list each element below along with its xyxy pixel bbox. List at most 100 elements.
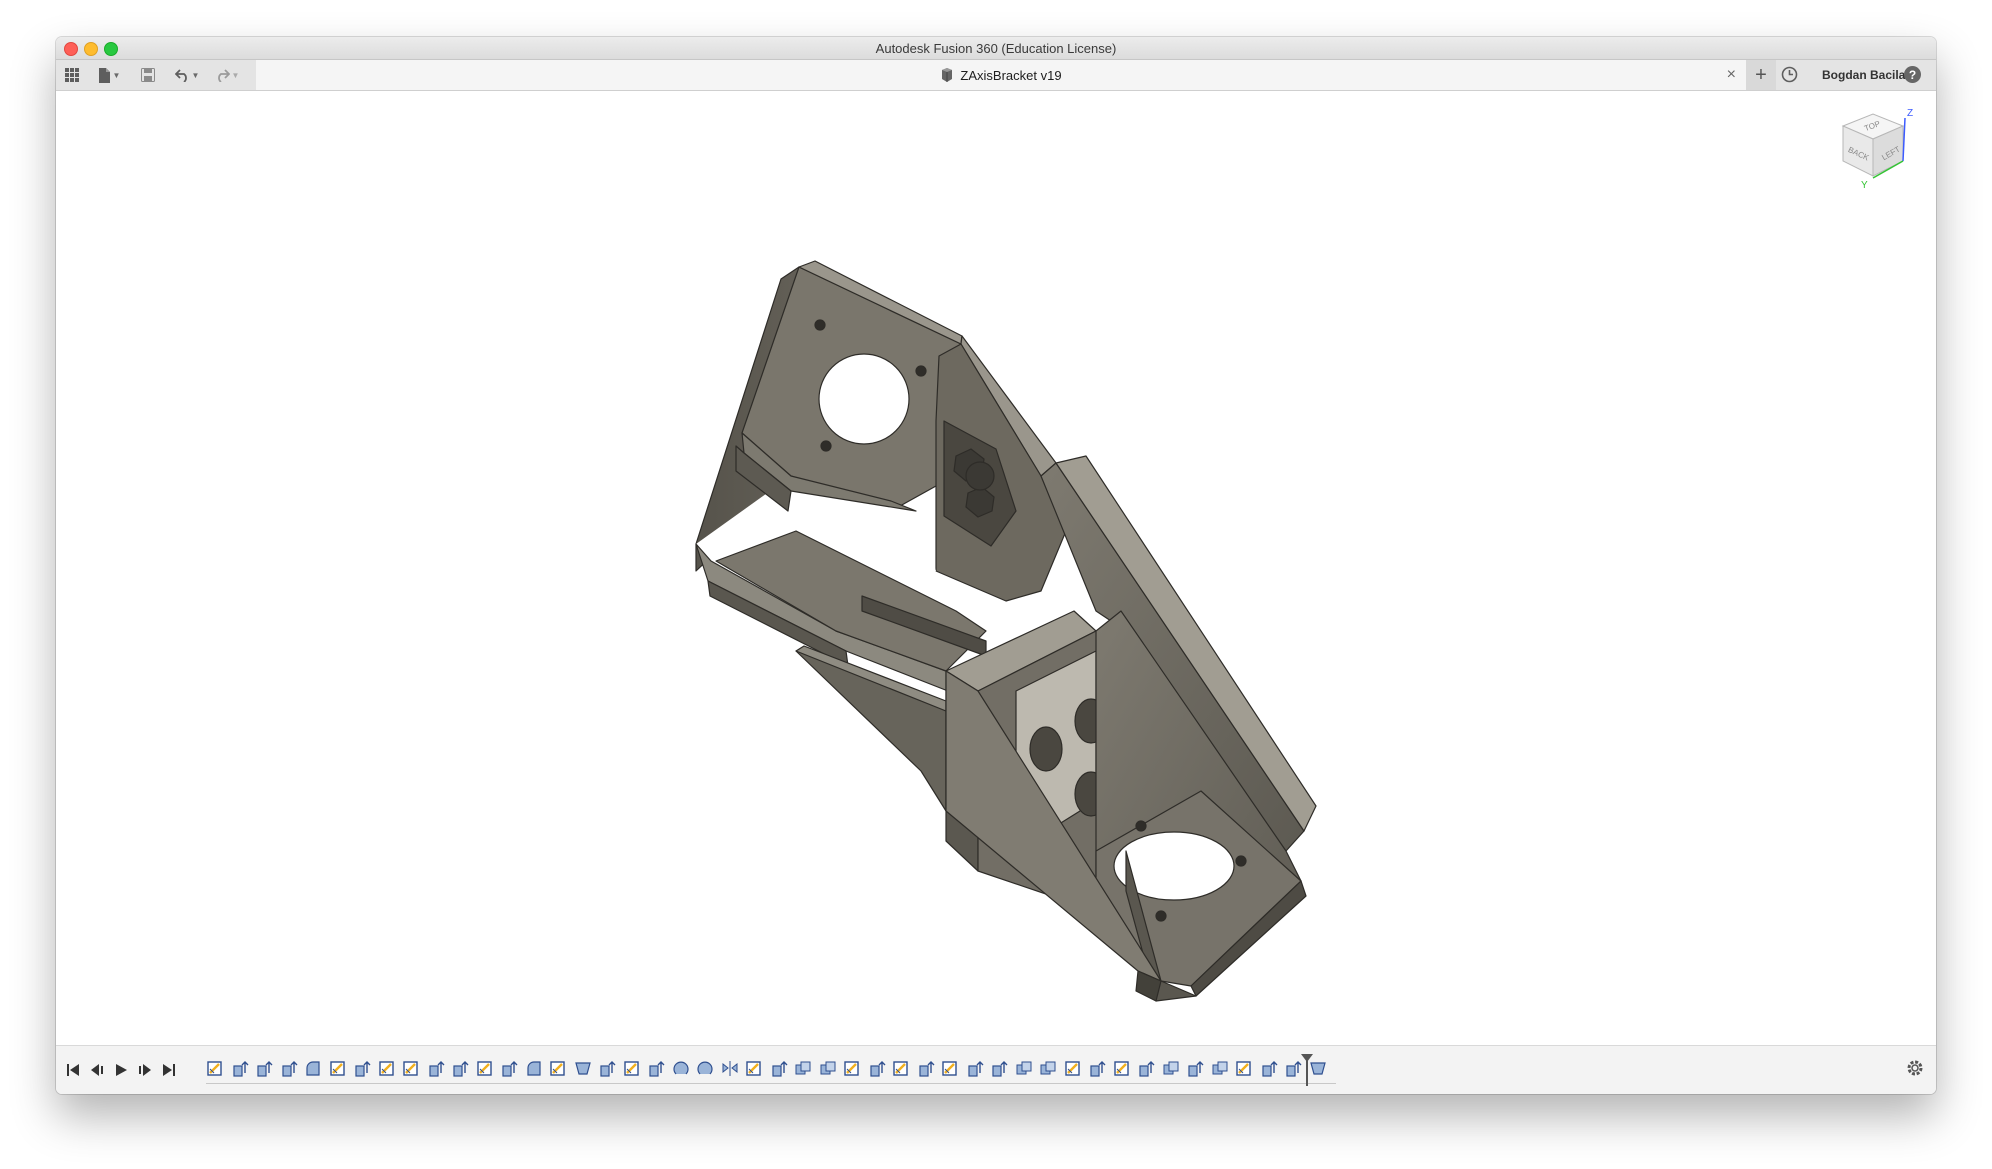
zaxis-bracket-model[interactable]: [56, 91, 1936, 1045]
timeline-feature-sketch[interactable]: [378, 1060, 396, 1078]
combine-icon: [795, 1061, 811, 1075]
extrude-icon: [355, 1061, 371, 1077]
timeline-feature-extrude[interactable]: [451, 1060, 469, 1078]
play-button[interactable]: [114, 1063, 128, 1082]
timeline-feature-fillet[interactable]: [525, 1060, 543, 1078]
timeline-feature-extrude[interactable]: [868, 1060, 886, 1078]
redo-button[interactable]: ▼: [212, 65, 242, 85]
timeline-feature-sketch[interactable]: [329, 1060, 347, 1078]
grid-icon: [65, 68, 79, 82]
step-forward-icon: [139, 1064, 151, 1076]
app-window: Autodesk Fusion 360 (Education License) …: [56, 37, 1936, 1094]
revolve-icon: [697, 1061, 713, 1075]
extrude-icon: [1139, 1061, 1155, 1077]
timeline-feature-combine[interactable]: [819, 1060, 837, 1078]
extrude-icon: [1261, 1061, 1277, 1077]
timeline-feature-sketch[interactable]: [402, 1060, 420, 1078]
canvas-viewport[interactable]: TOP BACK LEFT Z Y: [56, 91, 1936, 1045]
timeline-feature-extrude[interactable]: [1088, 1060, 1106, 1078]
timeline-feature-combine[interactable]: [1211, 1060, 1229, 1078]
skip-end-icon: [163, 1064, 175, 1076]
timeline-feature-mirror[interactable]: [721, 1060, 739, 1078]
timeline-feature-sketch[interactable]: [1064, 1060, 1082, 1078]
revolve-icon: [672, 1061, 689, 1075]
undo-button[interactable]: ▼: [172, 65, 202, 85]
view-cube[interactable]: TOP BACK LEFT Z Y: [1831, 106, 1921, 206]
timeline-feature-sketch[interactable]: [1113, 1060, 1131, 1078]
sketch-icon: [207, 1061, 222, 1076]
previous-frame-button[interactable]: [90, 1063, 104, 1082]
timeline-feature-sketch[interactable]: [206, 1060, 224, 1078]
axis-z-label: Z: [1907, 108, 1913, 119]
sketch-icon: [746, 1061, 761, 1076]
close-tab-button[interactable]: ×: [1727, 66, 1736, 84]
step-back-icon: [91, 1064, 103, 1076]
timeline-feature-fillet[interactable]: [304, 1060, 322, 1078]
timeline-feature-extrude[interactable]: [280, 1060, 298, 1078]
timeline-feature-extrude[interactable]: [255, 1060, 273, 1078]
timeline-feature-extrude[interactable]: [647, 1060, 665, 1078]
timeline-feature-extrude[interactable]: [598, 1060, 616, 1078]
timeline-feature-revolve[interactable]: [696, 1060, 714, 1078]
viewcube-icon: TOP BACK LEFT Z Y: [1841, 108, 1913, 191]
timeline-feature-extrude[interactable]: [427, 1060, 445, 1078]
timeline-feature-revolve[interactable]: [672, 1060, 690, 1078]
axis-y-label: Y: [1861, 180, 1868, 191]
sketch-icon: [550, 1061, 565, 1076]
timeline-feature-sketch[interactable]: [892, 1060, 910, 1078]
extrude-icon: [649, 1061, 665, 1077]
timeline-feature-sketch[interactable]: [843, 1060, 861, 1078]
timeline-feature-extrude[interactable]: [1260, 1060, 1278, 1078]
timeline-feature-combine[interactable]: [1015, 1060, 1033, 1078]
timeline-feature-sketch[interactable]: [623, 1060, 641, 1078]
skip-start-icon: [67, 1064, 79, 1076]
sketch-icon: [844, 1061, 859, 1076]
window-title: Autodesk Fusion 360 (Education License): [875, 41, 1117, 56]
timeline-feature-extrude[interactable]: [353, 1060, 371, 1078]
help-button[interactable]: ?: [1904, 66, 1921, 83]
next-frame-button[interactable]: [138, 1063, 152, 1082]
extrude-icon: [992, 1061, 1008, 1077]
timeline-feature-chamfer[interactable]: [574, 1060, 592, 1078]
application-toolbar: ▼ ▼ ▼ ZAxisBracket v19 × + Bogdan Bacila…: [56, 60, 1936, 91]
extrude-icon: [600, 1061, 616, 1077]
timeline-feature-combine[interactable]: [794, 1060, 812, 1078]
combine-icon: [1016, 1061, 1031, 1075]
data-panel-button[interactable]: [62, 65, 82, 85]
timeline-feature-extrude[interactable]: [990, 1060, 1008, 1078]
document-icon: [942, 68, 953, 82]
save-button[interactable]: [138, 65, 158, 85]
first-frame-button[interactable]: [66, 1063, 80, 1082]
user-account-button[interactable]: Bogdan Bacila: [1822, 68, 1905, 82]
timeline-feature-sketch[interactable]: [549, 1060, 567, 1078]
sketch-icon: [1236, 1061, 1251, 1076]
timeline-settings-button[interactable]: [1906, 1059, 1924, 1083]
timeline-feature-extrude[interactable]: [966, 1060, 984, 1078]
play-icon: [116, 1064, 127, 1076]
timeline-feature-extrude[interactable]: [500, 1060, 518, 1078]
timeline-feature-extrude[interactable]: [1186, 1060, 1204, 1078]
timeline-feature-extrude[interactable]: [770, 1060, 788, 1078]
timeline-feature-extrude[interactable]: [1137, 1060, 1155, 1078]
last-frame-button[interactable]: [162, 1063, 176, 1082]
timeline-feature-sketch[interactable]: [941, 1060, 959, 1078]
combine-icon: [820, 1061, 835, 1075]
timeline-feature-sketch[interactable]: [1235, 1060, 1253, 1078]
timeline-feature-sketch[interactable]: [745, 1060, 763, 1078]
job-status-button[interactable]: [1781, 66, 1798, 88]
timeline-feature-extrude[interactable]: [917, 1060, 935, 1078]
document-title: ZAxisBracket v19: [960, 67, 1062, 83]
undo-icon: [174, 68, 187, 82]
timeline-feature-combine[interactable]: [1039, 1060, 1057, 1078]
timeline-feature-sketch[interactable]: [476, 1060, 494, 1078]
sketch-icon: [476, 1061, 492, 1076]
document-tab[interactable]: ZAxisBracket v19 ×: [256, 60, 1746, 90]
extrude-icon: [257, 1061, 273, 1077]
timeline-feature-extrude[interactable]: [231, 1060, 249, 1078]
sketch-icon: [1113, 1061, 1129, 1076]
sketch-icon: [942, 1061, 957, 1076]
timeline-marker[interactable]: [1300, 1054, 1314, 1086]
file-menu-button[interactable]: ▼: [94, 65, 124, 85]
new-tab-button[interactable]: +: [1746, 60, 1776, 90]
timeline-feature-combine[interactable]: [1162, 1060, 1180, 1078]
